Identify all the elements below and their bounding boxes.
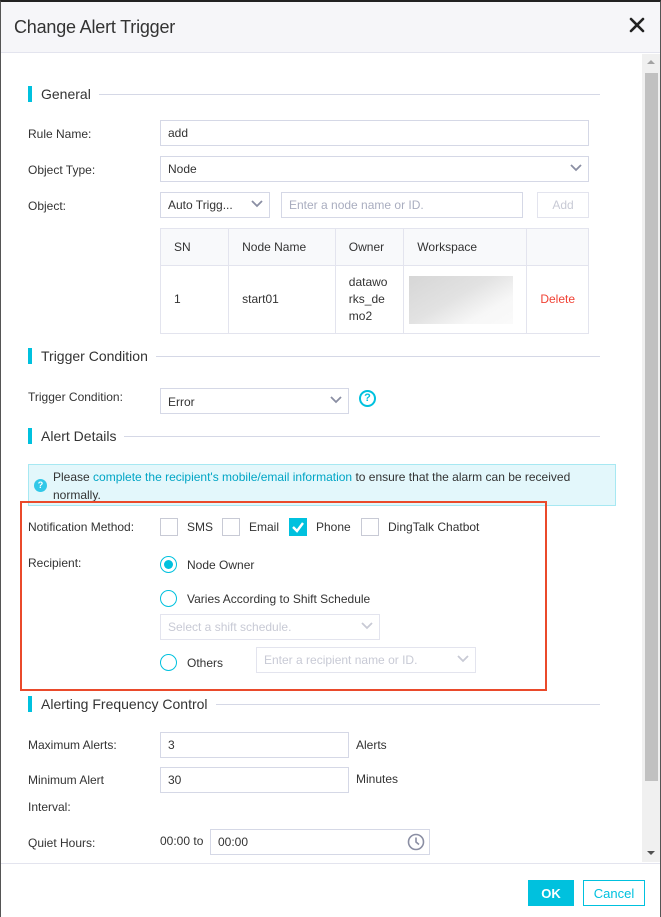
owner-value: dataworks_demo2 <box>348 275 388 323</box>
cancel-button[interactable]: Cancel <box>583 880 645 906</box>
shift-schedule-radio[interactable] <box>160 590 177 607</box>
section-marker <box>28 348 32 364</box>
notice-prefix: Please <box>53 470 94 484</box>
dialog-body: General Rule Name: add Object Type: Node… <box>1 54 644 862</box>
cell-actions: Delete <box>526 265 589 334</box>
chevron-down-icon <box>570 163 582 173</box>
object-label: Object: <box>28 199 67 213</box>
node-owner-label: Node Owner <box>187 558 255 572</box>
section-trigger-condition: Trigger Condition <box>28 346 600 366</box>
recipient-label: Recipient: <box>28 556 82 570</box>
table-row: 1 start01 dataworks_demo2 Delete <box>159 265 589 334</box>
notice-text: Please complete the recipient's mobile/e… <box>53 468 593 504</box>
column-header-actions <box>526 228 589 266</box>
scrollbar-thumb[interactable] <box>645 73 658 781</box>
cell-owner: dataworks_demo2 <box>334 265 405 334</box>
section-alerting-frequency: Alerting Frequency Control <box>28 694 600 714</box>
object-type-label: Object Type: <box>28 163 96 177</box>
min-interval-label-line2: Interval: <box>28 800 71 814</box>
column-header-workspace: Workspace <box>403 228 528 266</box>
node-search-input[interactable]: Enter a node name or ID. <box>281 192 523 218</box>
chevron-down-icon <box>251 199 263 209</box>
complete-recipient-info-link[interactable]: complete the recipient's mobile/email in… <box>93 470 352 484</box>
trigger-condition-label: Trigger Condition: <box>28 390 123 404</box>
email-label: Email <box>249 520 280 534</box>
dingtalk-chatbot-checkbox[interactable] <box>361 518 379 536</box>
max-alerts-unit: Alerts <box>356 738 387 752</box>
min-interval-input[interactable]: 30 <box>160 767 349 793</box>
help-icon[interactable]: ? <box>359 390 376 407</box>
shift-schedule-select[interactable]: Select a shift schedule. <box>160 614 380 640</box>
column-header-node-name: Node Name <box>228 228 336 266</box>
quiet-hours-start: 00:00 to <box>160 834 204 848</box>
chevron-down-icon <box>457 654 469 664</box>
column-header-owner: Owner <box>334 228 405 266</box>
quiet-hours-end-input[interactable]: 00:00 <box>210 829 430 855</box>
rule-name-input[interactable]: add <box>160 120 589 146</box>
sms-label: SMS <box>187 520 214 534</box>
quiet-hours-label: Quiet Hours: <box>28 836 96 850</box>
section-divider <box>41 94 600 95</box>
cell-node-name: start01 <box>228 265 336 334</box>
section-alert-details: Alert Details <box>28 426 600 446</box>
section-title: Alert Details <box>41 428 125 444</box>
section-marker <box>28 428 32 444</box>
quiet-hours-end-value: 00:00 <box>218 835 249 849</box>
section-general: General <box>28 84 600 104</box>
chevron-down-icon <box>361 621 373 631</box>
cell-sn: 1 <box>159 265 230 334</box>
others-recipient-placeholder: Enter a recipient name or ID. <box>264 653 418 667</box>
node-owner-radio[interactable] <box>160 556 177 573</box>
chevron-down-icon <box>330 395 342 405</box>
cell-workspace <box>403 265 528 334</box>
clock-icon[interactable] <box>407 833 425 859</box>
object-mode-value: Auto Trigg... <box>168 198 233 212</box>
section-divider <box>41 436 600 437</box>
rule-name-label: Rule Name: <box>28 127 92 141</box>
shift-schedule-placeholder: Select a shift schedule. <box>168 620 292 634</box>
min-interval-label-line1: Minimum Alert <box>28 773 105 787</box>
scroll-down-arrow-icon[interactable] <box>647 851 655 855</box>
table-header-row: SN Node Name Owner Workspace <box>159 228 589 266</box>
sms-checkbox[interactable] <box>160 518 178 536</box>
dialog-header: Change Alert Trigger <box>1 2 660 53</box>
vertical-scrollbar[interactable] <box>642 54 660 862</box>
max-alerts-label: Maximum Alerts: <box>28 738 117 752</box>
email-checkbox[interactable] <box>222 518 240 536</box>
close-icon[interactable] <box>627 15 647 35</box>
trigger-condition-select[interactable]: Error <box>160 388 349 414</box>
min-interval-unit: Minutes <box>356 772 399 786</box>
others-recipient-select[interactable]: Enter a recipient name or ID. <box>256 647 476 673</box>
dialog-title: Change Alert Trigger <box>14 17 176 37</box>
dialog-footer: OK Cancel <box>1 863 660 917</box>
info-icon: ? <box>34 479 47 492</box>
nodes-table: SN Node Name Owner Workspace 1 start01 d… <box>159 228 589 334</box>
column-header-sn: SN <box>159 228 230 266</box>
section-title: Alerting Frequency Control <box>41 696 216 712</box>
recipient-info-notice: ? Please complete the recipient's mobile… <box>28 464 616 506</box>
others-label: Others <box>187 656 224 670</box>
change-alert-trigger-dialog: Change Alert Trigger General Rule Name: … <box>0 0 661 917</box>
add-button[interactable]: Add <box>537 192 589 218</box>
object-type-select[interactable]: Node <box>160 156 589 182</box>
phone-label: Phone <box>316 520 351 534</box>
notification-method-label: Notification Method: <box>28 520 135 534</box>
ok-button[interactable]: OK <box>528 880 574 906</box>
section-title: Trigger Condition <box>41 348 156 364</box>
section-marker <box>28 86 32 102</box>
trigger-condition-value: Error <box>168 395 195 409</box>
others-radio[interactable] <box>160 654 177 671</box>
checkmark-icon <box>292 522 304 533</box>
shift-schedule-label: Varies According to Shift Schedule <box>187 592 371 606</box>
max-alerts-input[interactable]: 3 <box>160 732 349 758</box>
workspace-redacted <box>409 275 514 324</box>
scroll-up-arrow-icon[interactable] <box>647 60 655 64</box>
section-marker <box>28 696 32 712</box>
dingtalk-chatbot-label: DingTalk Chatbot <box>388 520 480 534</box>
section-title: General <box>41 86 99 102</box>
object-type-value: Node <box>168 162 197 176</box>
object-mode-select[interactable]: Auto Trigg... <box>160 192 270 218</box>
delete-link[interactable]: Delete <box>540 292 575 306</box>
phone-checkbox[interactable] <box>289 518 307 536</box>
